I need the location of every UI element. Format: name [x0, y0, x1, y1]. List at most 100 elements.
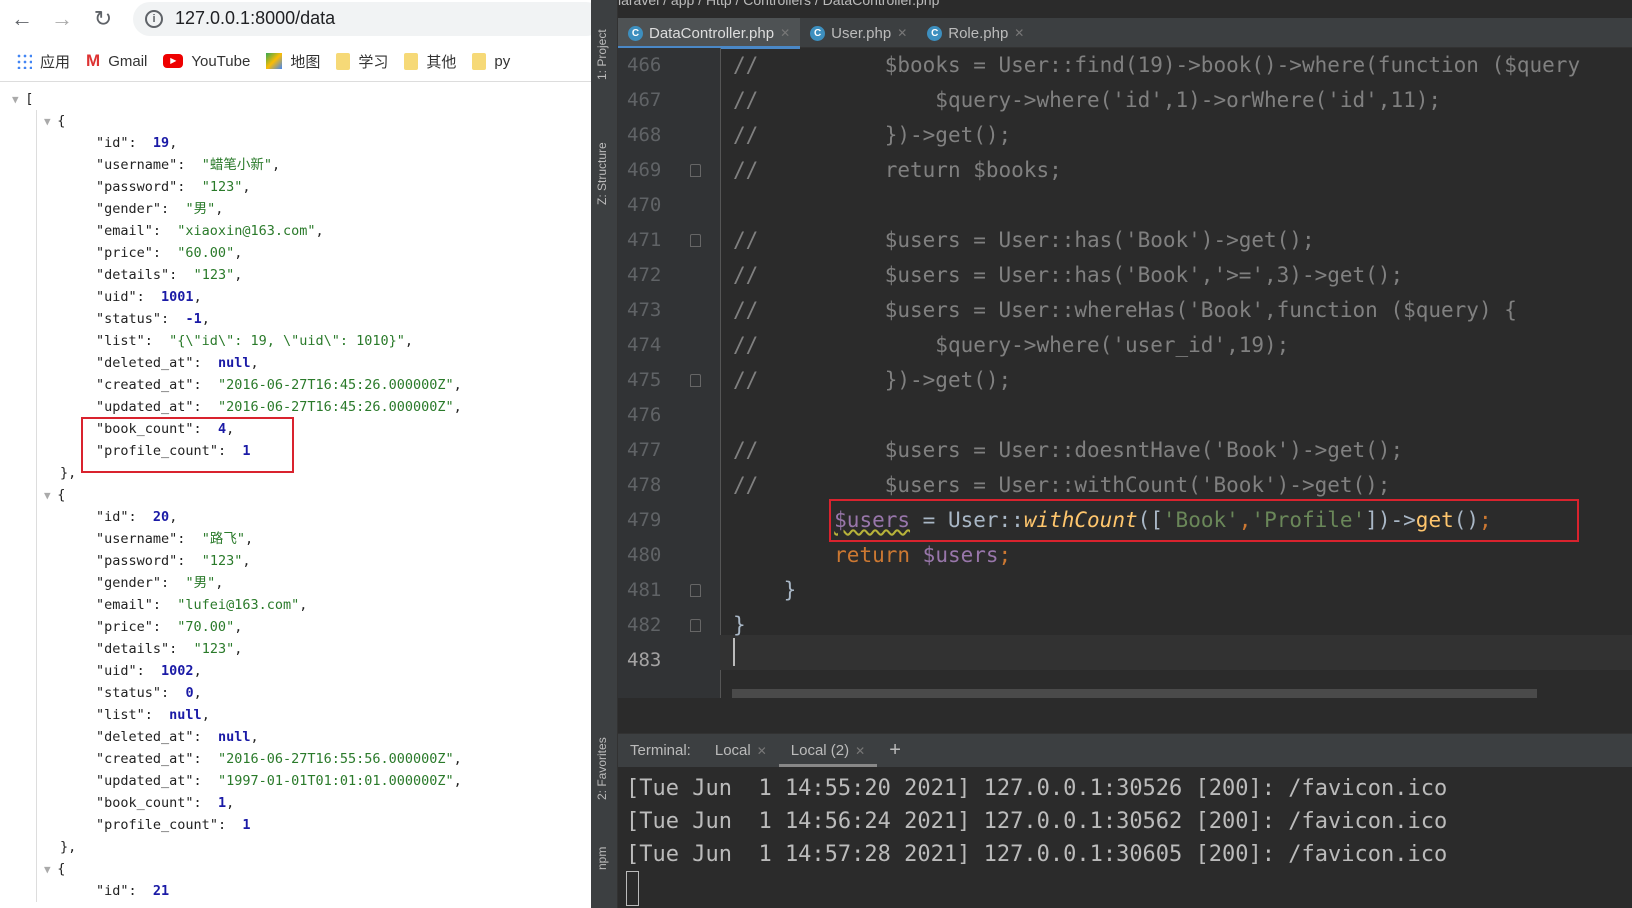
bookmark-5[interactable]: 其他 — [404, 51, 456, 72]
json-punct: " — [96, 201, 105, 217]
reload-button[interactable]: ↻ — [89, 6, 117, 32]
code-token: $users = User::withCount('Book')->get(); — [758, 473, 1391, 497]
json-object-start: ▼ { — [44, 484, 65, 506]
line-number: 479 — [627, 509, 662, 531]
collapse-toggle-icon[interactable]: ▼ — [44, 489, 57, 502]
json-key: status — [104, 311, 153, 327]
bookmark-label: 地图 — [290, 53, 321, 71]
bookmark-2[interactable]: ▶ YouTube — [163, 53, 250, 70]
tab-label: Role.php — [948, 24, 1009, 42]
bookmark-label: py — [494, 52, 511, 70]
tab-label: User.php — [831, 24, 892, 42]
tab-role-php[interactable]: C Role.php ✕ — [917, 18, 1034, 48]
tool-window-0[interactable]: 1: Project — [595, 29, 609, 80]
json-punct: , — [404, 333, 414, 349]
back-button[interactable]: ← — [8, 6, 36, 32]
json-punct: ": — [136, 333, 170, 349]
code-token: $users = User::doesntHave('Book')->get()… — [758, 438, 1404, 462]
json-value: "123" — [193, 641, 235, 657]
terminal-header: Terminal: Local ✕ Local (2) ✕ + — [618, 734, 1632, 767]
json-punct: ": — [136, 707, 170, 723]
code-token: ; — [998, 543, 1012, 567]
bookmark-0[interactable]: 应用 — [16, 51, 70, 72]
bookmark-label: 其他 — [426, 53, 457, 71]
collapse-toggle-icon[interactable]: ▼ — [44, 115, 57, 128]
json-punct: }, — [60, 839, 77, 855]
json-value: "2016-06-27T16:45:26.000000Z" — [217, 377, 454, 393]
json-punct: ": — [120, 509, 153, 525]
json-key: created_at — [104, 751, 186, 767]
json-field: "uid": 1001, — [96, 286, 202, 308]
json-punct: ": — [128, 663, 162, 679]
json-punct: " — [96, 157, 105, 173]
collapse-toggle-icon[interactable]: ▼ — [12, 93, 25, 106]
line-number: 482 — [627, 614, 662, 636]
bookmark-6[interactable]: py — [472, 52, 511, 70]
line-number: 483 — [627, 649, 662, 671]
terminal-line: [Tue Jun 1 14:56:24 2021] 127.0.0.1:3056… — [626, 809, 1448, 834]
json-value: "lufei@163.com" — [177, 597, 300, 613]
fold-marker-icon[interactable] — [690, 234, 701, 247]
json-value: "2016-06-27T16:55:56.000000Z" — [217, 751, 454, 767]
horizontal-scrollbar[interactable] — [732, 689, 1537, 698]
code-token: // — [733, 368, 759, 392]
tool-window-3[interactable]: npm — [595, 847, 609, 870]
bookmark-4[interactable]: 学习 — [336, 51, 388, 72]
json-punct: [ — [25, 91, 34, 107]
json-punct: ": — [185, 399, 218, 415]
terminal-tab[interactable]: Local ✕ — [703, 734, 779, 767]
close-icon[interactable]: ✕ — [757, 744, 767, 758]
terminal-tab[interactable]: Local (2) ✕ — [778, 734, 878, 767]
json-punct: " — [96, 399, 105, 415]
json-punct: ": — [120, 135, 153, 151]
indent-guide — [36, 484, 37, 858]
info-icon[interactable]: i — [145, 10, 163, 28]
close-icon[interactable]: ✕ — [1014, 26, 1024, 40]
code-line: // $users = User::has('Book')->get(); — [733, 223, 1315, 258]
code-line: // })->get(); — [733, 363, 1011, 398]
json-punct: ": — [152, 685, 186, 701]
close-icon[interactable]: ✕ — [855, 744, 865, 758]
json-punct: " — [96, 883, 105, 899]
fold-marker-icon[interactable] — [690, 584, 701, 597]
line-number: 474 — [627, 334, 662, 356]
fold-marker-icon[interactable] — [690, 619, 701, 632]
json-punct: ": — [152, 575, 186, 591]
tab-user-php[interactable]: C User.php ✕ — [800, 18, 917, 48]
json-key: uid — [104, 289, 129, 305]
close-icon[interactable]: ✕ — [897, 26, 907, 40]
fold-marker-icon[interactable] — [690, 374, 701, 387]
forward-button[interactable]: → — [48, 6, 76, 32]
json-punct: ": — [185, 377, 218, 393]
json-punct: , — [234, 641, 243, 657]
fold-marker-icon[interactable] — [690, 164, 701, 177]
terminal-line: [Tue Jun 1 14:57:28 2021] 127.0.0.1:3060… — [626, 842, 1448, 867]
line-number: 477 — [627, 439, 662, 461]
bookmark-label: Gmail — [108, 52, 148, 70]
code-token: $query->where('user_id',19); — [758, 333, 1290, 357]
json-field: "uid": 1002, — [96, 660, 202, 682]
json-field: "email": "lufei@163.com", — [96, 594, 307, 616]
address-bar[interactable]: i 127.0.0.1:8000/data — [133, 2, 591, 36]
json-object-end: }, — [60, 462, 76, 484]
json-punct: , — [453, 751, 462, 767]
bookmarks-bar: 应用 M Gmail ▶ YouTube 地图 学习 其他 py — [0, 44, 591, 78]
tab-datacontroller-php[interactable]: C DataController.php ✕ — [618, 18, 801, 49]
tool-window-1[interactable]: Z: Structure — [595, 142, 609, 205]
collapse-toggle-icon[interactable]: ▼ — [44, 863, 57, 876]
json-key: book_count — [104, 795, 186, 811]
json-punct: " — [96, 333, 105, 349]
json-value: 0 — [185, 685, 194, 701]
divider — [0, 81, 591, 82]
close-icon[interactable]: ✕ — [780, 26, 790, 40]
bookmark-1[interactable]: M Gmail — [86, 51, 147, 71]
json-field: "id": 20, — [96, 506, 177, 528]
json-punct: " — [96, 619, 105, 635]
json-field: "created_at": "2016-06-27T16:45:26.00000… — [96, 374, 462, 396]
add-terminal-button[interactable]: + — [877, 734, 913, 767]
line-number: 472 — [627, 264, 662, 286]
tool-window-2[interactable]: 2: Favorites — [595, 737, 609, 800]
code-line: } — [733, 573, 797, 608]
bookmark-3[interactable]: 地图 — [266, 51, 320, 72]
json-key: details — [104, 641, 162, 657]
